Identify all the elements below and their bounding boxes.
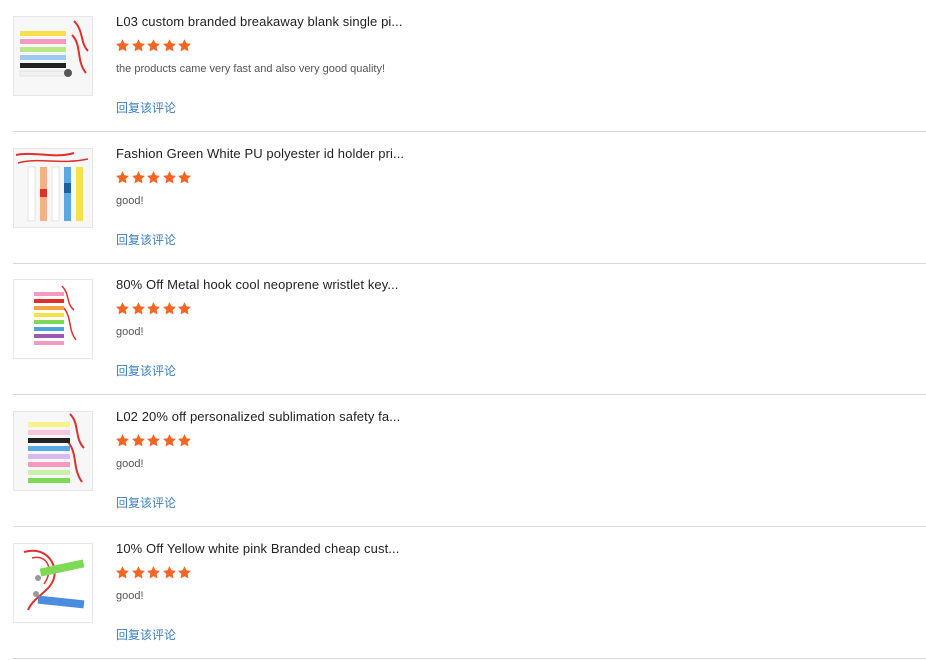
star-icon	[146, 433, 162, 448]
star-icon	[177, 301, 193, 316]
star-icon	[131, 433, 147, 448]
star-icon	[146, 301, 162, 316]
review-item: L03 custom branded breakaway blank singl…	[13, 0, 926, 132]
star-rating	[115, 170, 193, 185]
star-icon	[131, 38, 147, 53]
star-icon	[115, 170, 131, 185]
star-rating	[115, 565, 193, 580]
product-thumbnail[interactable]	[13, 148, 93, 228]
star-icon	[177, 433, 193, 448]
review-comment: the products came very fast and also ver…	[116, 63, 386, 75]
product-title[interactable]: Fashion Green White PU polyester id hold…	[116, 146, 404, 161]
star-icon	[131, 565, 147, 580]
star-icon	[146, 170, 162, 185]
star-icon	[115, 565, 131, 580]
product-thumbnail[interactable]	[13, 411, 93, 491]
review-comment: good!	[116, 458, 144, 470]
star-rating	[115, 301, 193, 316]
product-thumbnail[interactable]	[13, 543, 93, 623]
product-title[interactable]: 80% Off Metal hook cool neoprene wristle…	[116, 277, 399, 292]
star-icon	[177, 565, 193, 580]
review-item: L02 20% off personalized sublimation saf…	[13, 395, 926, 527]
review-item: 80% Off Metal hook cool neoprene wristle…	[13, 263, 926, 395]
star-icon	[131, 301, 147, 316]
star-icon	[162, 170, 178, 185]
reply-to-review-link[interactable]: 回复该评论	[116, 626, 176, 643]
star-icon	[177, 170, 193, 185]
reply-to-review-link[interactable]: 回复该评论	[116, 231, 176, 248]
star-icon	[162, 38, 178, 53]
star-icon	[131, 170, 147, 185]
lanyard-product-thumbnail-icon	[14, 149, 92, 227]
product-title[interactable]: 10% Off Yellow white pink Branded cheap …	[116, 541, 399, 556]
lanyard-product-thumbnail-icon	[14, 412, 92, 490]
product-title[interactable]: L02 20% off personalized sublimation saf…	[116, 409, 400, 424]
lanyard-product-thumbnail-icon	[14, 17, 92, 95]
star-icon	[177, 38, 193, 53]
star-icon	[162, 301, 178, 316]
lanyard-product-thumbnail-icon	[14, 544, 92, 622]
review-comment: good!	[116, 326, 144, 338]
star-icon	[146, 565, 162, 580]
star-rating	[115, 433, 193, 448]
reply-to-review-link[interactable]: 回复该评论	[116, 494, 176, 511]
review-item: Fashion Green White PU polyester id hold…	[13, 132, 926, 264]
reply-to-review-link[interactable]: 回复该评论	[116, 99, 176, 116]
review-comment: good!	[116, 590, 144, 602]
review-item: 10% Off Yellow white pink Branded cheap …	[13, 527, 926, 659]
star-icon	[115, 301, 131, 316]
star-icon	[162, 433, 178, 448]
lanyard-product-thumbnail-icon	[14, 280, 92, 358]
product-thumbnail[interactable]	[13, 16, 93, 96]
review-list: L03 custom branded breakaway blank singl…	[0, 0, 926, 660]
product-title[interactable]: L03 custom branded breakaway blank singl…	[116, 14, 403, 29]
review-comment: good!	[116, 195, 144, 207]
star-icon	[115, 433, 131, 448]
star-icon	[146, 38, 162, 53]
product-thumbnail[interactable]	[13, 279, 93, 359]
star-rating	[115, 38, 193, 53]
reply-to-review-link[interactable]: 回复该评论	[116, 362, 176, 379]
star-icon	[162, 565, 178, 580]
star-icon	[115, 38, 131, 53]
